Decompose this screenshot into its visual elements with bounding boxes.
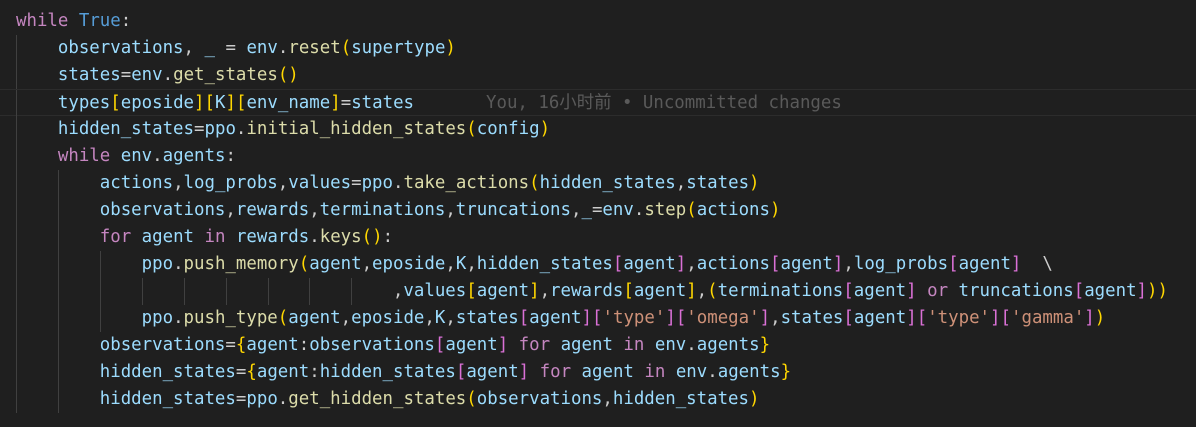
indent-guide	[57, 386, 59, 413]
indent-guide	[141, 278, 143, 305]
code-text: hidden_states={agent:hidden_states[agent…	[99, 362, 792, 382]
indent-guide	[57, 305, 59, 332]
indent-guide	[57, 197, 59, 224]
code-line[interactable]: hidden_states=ppo.get_hidden_states(obse…	[0, 386, 1196, 413]
indent-guide	[57, 332, 59, 359]
indent-guide	[57, 251, 59, 278]
indent-guide	[16, 62, 17, 89]
code-line[interactable]: hidden_states=ppo.initial_hidden_states(…	[0, 116, 1196, 143]
code-line[interactable]: observations, _ = env.reset(supertype)	[0, 35, 1196, 62]
indent-guide	[57, 170, 59, 197]
code-line[interactable]: actions,log_probs,values=ppo.take_action…	[0, 170, 1196, 197]
code-line[interactable]: while True:	[0, 8, 1196, 35]
code-text: while env.agents:	[57, 146, 236, 166]
code-line[interactable]: observations,rewards,terminations,trunca…	[0, 197, 1196, 224]
code-line[interactable]: for agent in rewards.keys():	[0, 224, 1196, 251]
indent-guide	[57, 224, 59, 251]
indent-guide	[16, 35, 17, 62]
code-text: states=env.get_states()	[57, 65, 299, 85]
indent-guide	[309, 278, 311, 305]
indent-guide	[16, 278, 17, 305]
indent-guide	[57, 278, 59, 305]
code-text: observations,rewards,terminations,trunca…	[99, 200, 781, 220]
code-text: for agent in rewards.keys():	[99, 227, 394, 247]
indent-guide	[16, 90, 17, 117]
indent-guide	[16, 386, 17, 413]
code-text: observations={agent:observations[agent] …	[99, 335, 771, 355]
indent-guide	[16, 143, 17, 170]
code-text: while True:	[16, 11, 132, 31]
code-text: observations, _ = env.reset(supertype)	[57, 38, 456, 58]
git-blame-annotation: You, 16小时前 • Uncommitted changes	[486, 93, 842, 113]
indent-guide	[351, 278, 353, 305]
code-editor[interactable]: while True: observations, _ = env.reset(…	[0, 0, 1196, 427]
indent-guide	[16, 116, 17, 143]
indent-guide	[16, 197, 17, 224]
code-line[interactable]: ,values[agent],rewards[agent],(terminati…	[0, 278, 1196, 305]
code-text: hidden_states=ppo.initial_hidden_states(…	[57, 119, 551, 139]
indent-guide	[267, 278, 269, 305]
code-text: actions,log_probs,values=ppo.take_action…	[99, 173, 760, 193]
code-text: hidden_states=ppo.get_hidden_states(obse…	[99, 389, 760, 409]
code-line[interactable]: observations={agent:observations[agent] …	[0, 332, 1196, 359]
indent-guide	[57, 359, 59, 386]
indent-guide	[16, 359, 17, 386]
indent-guide	[16, 305, 17, 332]
indent-guide	[99, 305, 101, 332]
indent-guide	[99, 278, 101, 305]
code-line[interactable]: hidden_states={agent:hidden_states[agent…	[0, 359, 1196, 386]
code-line[interactable]: types[eposide][K][env_name]=states You, 1…	[0, 89, 1196, 117]
code-text: types[eposide][K][env_name]=states	[57, 93, 415, 113]
code-line[interactable]: states=env.get_states()	[0, 62, 1196, 89]
indent-guide	[16, 224, 17, 251]
code-text: ppo.push_type(agent,eposide,K,states[age…	[141, 308, 1106, 328]
indent-guide	[16, 170, 17, 197]
indent-guide	[225, 278, 227, 305]
indent-guide	[16, 251, 17, 278]
indent-guide	[99, 251, 101, 278]
code-text: ,values[agent],rewards[agent],(terminati…	[392, 281, 1168, 301]
code-line[interactable]: ppo.push_memory(agent,eposide,K,hidden_s…	[0, 251, 1196, 278]
code-text: ppo.push_memory(agent,eposide,K,hidden_s…	[141, 254, 1053, 274]
code-line[interactable]: while env.agents:	[0, 143, 1196, 170]
indent-guide	[16, 332, 17, 359]
code-line[interactable]: ppo.push_type(agent,eposide,K,states[age…	[0, 305, 1196, 332]
indent-guide	[183, 278, 185, 305]
